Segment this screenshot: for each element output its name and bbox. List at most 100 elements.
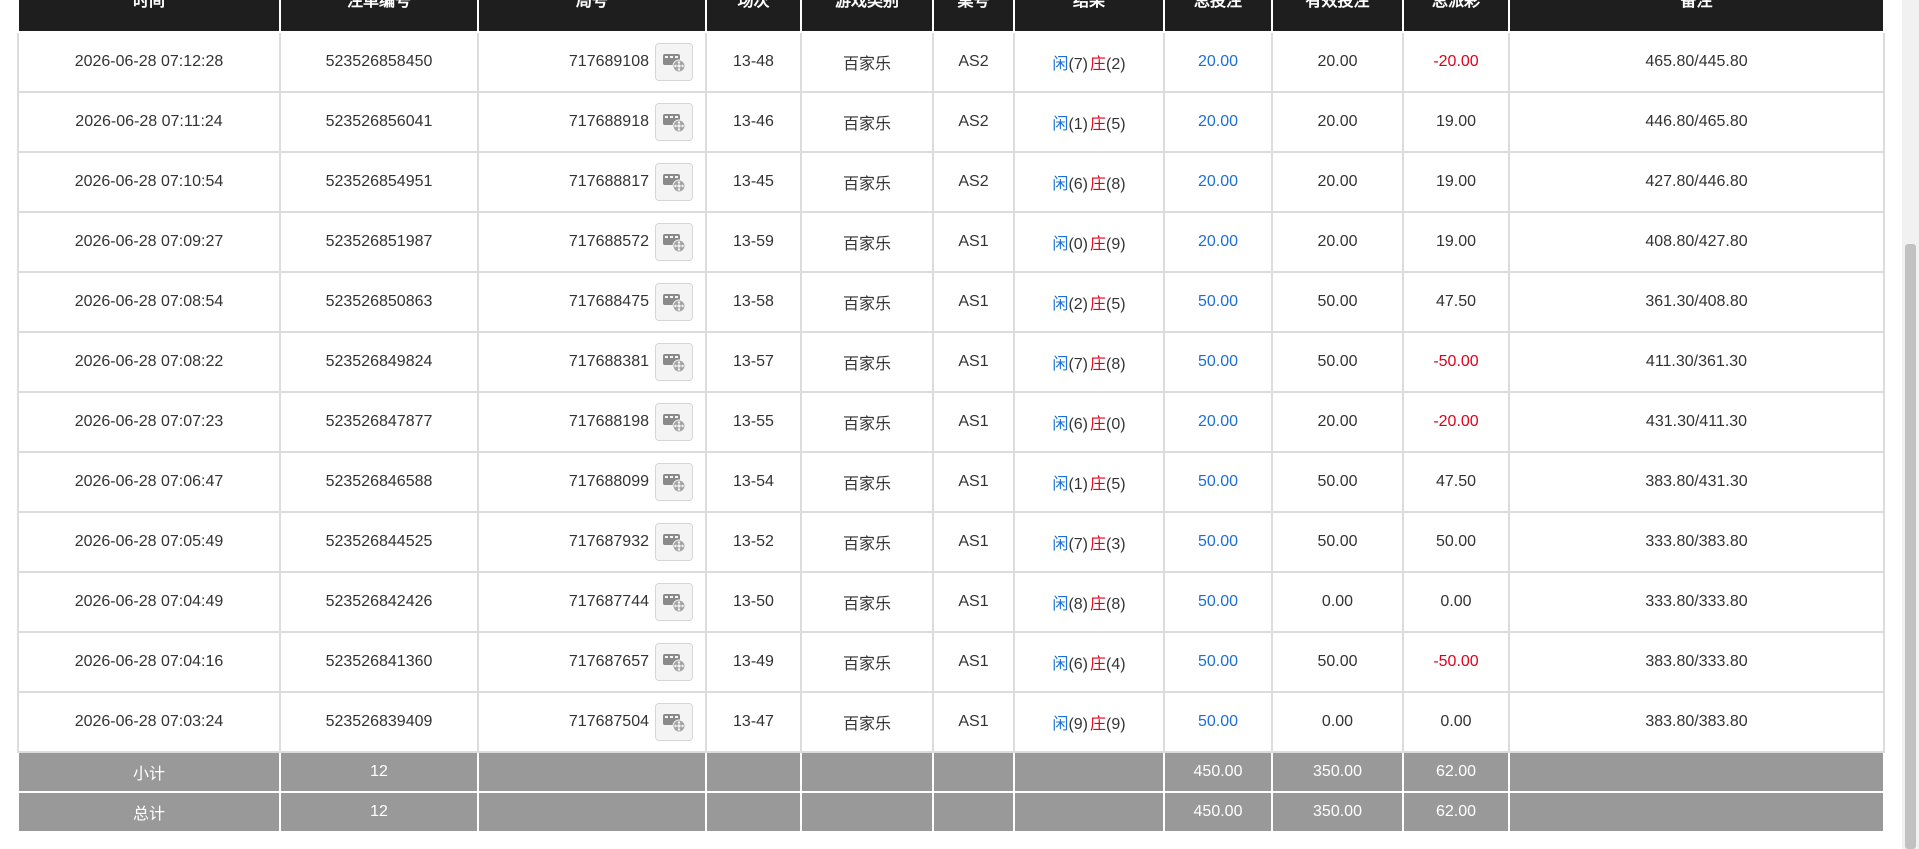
cell-bet-id: 523526858450 (279, 31, 479, 93)
film-reel-icon[interactable] (655, 163, 693, 201)
cell-time: 2026-06-28 07:08:22 (17, 331, 281, 393)
cell-bet-id: 523526856041 (279, 91, 479, 153)
result-banker-label: 庄 (1090, 416, 1107, 433)
cell-game: 百家乐 (800, 211, 934, 273)
result-player-label: 闲 (1052, 596, 1069, 613)
round-number: 717687504 (568, 713, 649, 730)
cell-round: 717688099 (477, 451, 707, 513)
table-row: 2026-06-28 07:10:54 523526854951 7176888… (17, 151, 1885, 213)
cell-table: AS1 (932, 511, 1015, 573)
cell-time: 2026-06-28 07:09:27 (17, 211, 281, 273)
table-row: 2026-06-28 07:04:49 523526842426 7176877… (17, 571, 1885, 633)
result-player-value: (0) (1068, 236, 1088, 253)
cell-result: 闲(6) 庄(0) (1013, 391, 1165, 453)
result-player-label: 闲 (1052, 116, 1069, 133)
cell-note: 411.30/361.30 (1508, 331, 1885, 393)
cell-time: 2026-06-28 07:12:28 (17, 31, 281, 93)
cell-total-bet: 50.00 (1163, 691, 1273, 753)
table-row: 2026-06-28 07:04:16 523526841360 7176876… (17, 631, 1885, 693)
film-reel-icon-svg (663, 474, 686, 493)
round-number: 717688918 (568, 113, 649, 130)
cell-bet-id: 523526854951 (279, 151, 479, 213)
result-player-value: (6) (1068, 416, 1088, 433)
film-reel-icon[interactable] (655, 463, 693, 501)
col-header-note: 备注 (1508, 0, 1885, 33)
round-number: 717688099 (568, 473, 649, 490)
vertical-scrollbar[interactable] (1902, 0, 1919, 849)
film-reel-icon[interactable] (655, 403, 693, 441)
film-reel-icon[interactable] (655, 343, 693, 381)
subtotal-label: 小计 (17, 751, 281, 793)
film-reel-icon[interactable] (655, 583, 693, 621)
cell-valid-bet: 20.00 (1271, 31, 1404, 93)
cell-table: AS1 (932, 691, 1015, 753)
col-header-bet-id: 注单编号 (279, 0, 479, 33)
result-banker-value: (8) (1106, 356, 1126, 373)
cell-note: 465.80/445.80 (1508, 31, 1885, 93)
result-player-value: (2) (1068, 296, 1088, 313)
result-banker-value: (9) (1106, 716, 1126, 733)
cell-round: 717688198 (477, 391, 707, 453)
cell-payout: 19.00 (1402, 91, 1510, 153)
cell-round: 717688918 (477, 91, 707, 153)
cell-total-bet: 50.00 (1163, 571, 1273, 633)
cell-payout: 50.00 (1402, 511, 1510, 573)
round-number: 717688572 (568, 233, 649, 250)
result-player-label: 闲 (1052, 716, 1069, 733)
result-banker-label: 庄 (1090, 176, 1107, 193)
result-banker-value: (4) (1106, 656, 1126, 673)
cell-time: 2026-06-28 07:04:16 (17, 631, 281, 693)
grand-total-total-bet: 450.00 (1163, 791, 1273, 833)
cell-shoe: 13-58 (705, 271, 802, 333)
cell-payout: 0.00 (1402, 691, 1510, 753)
film-reel-icon-svg (663, 594, 686, 613)
cell-time: 2026-06-28 07:06:47 (17, 451, 281, 513)
subtotal-total-bet: 450.00 (1163, 751, 1273, 793)
bet-records-table-wrapper: 时间 注单编号 局号 场次 游戏类别 桌号 结果 总投注 有效投注 总派彩 备注… (17, 0, 1885, 833)
cell-payout: 19.00 (1402, 211, 1510, 273)
cell-valid-bet: 50.00 (1271, 331, 1404, 393)
film-reel-icon[interactable] (655, 643, 693, 681)
col-header-total-bet: 总投注 (1163, 0, 1273, 33)
film-reel-icon[interactable] (655, 523, 693, 561)
film-reel-icon[interactable] (655, 103, 693, 141)
cell-table: AS1 (932, 571, 1015, 633)
film-reel-icon-svg (663, 174, 686, 193)
cell-result: 闲(1) 庄(5) (1013, 451, 1165, 513)
cell-bet-id: 523526839409 (279, 691, 479, 753)
film-reel-icon-svg (663, 54, 686, 73)
cell-total-bet: 20.00 (1163, 211, 1273, 273)
cell-game: 百家乐 (800, 31, 934, 93)
cell-bet-id: 523526846588 (279, 451, 479, 513)
cell-shoe: 13-47 (705, 691, 802, 753)
cell-total-bet: 50.00 (1163, 451, 1273, 513)
cell-game: 百家乐 (800, 271, 934, 333)
film-reel-icon-svg (663, 354, 686, 373)
cell-total-bet: 50.00 (1163, 331, 1273, 393)
table-body: 2026-06-28 07:12:28 523526858450 7176891… (17, 31, 1885, 753)
cell-valid-bet: 20.00 (1271, 391, 1404, 453)
cell-shoe: 13-55 (705, 391, 802, 453)
round-number: 717687657 (568, 653, 649, 670)
cell-table: AS1 (932, 631, 1015, 693)
film-reel-icon[interactable] (655, 703, 693, 741)
table-row: 2026-06-28 07:09:27 523526851987 7176885… (17, 211, 1885, 273)
cell-round: 717688572 (477, 211, 707, 273)
cell-result: 闲(7) 庄(3) (1013, 511, 1165, 573)
cell-note: 408.80/427.80 (1508, 211, 1885, 273)
result-player-value: (1) (1068, 116, 1088, 133)
film-reel-icon[interactable] (655, 283, 693, 321)
film-reel-icon-svg (663, 294, 686, 313)
cell-shoe: 13-57 (705, 331, 802, 393)
scrollbar-thumb[interactable] (1905, 244, 1916, 849)
cell-round: 717688817 (477, 151, 707, 213)
table-row: 2026-06-28 07:08:54 523526850863 7176884… (17, 271, 1885, 333)
result-banker-value: (8) (1106, 596, 1126, 613)
result-player-label: 闲 (1052, 56, 1069, 73)
result-banker-value: (5) (1106, 296, 1126, 313)
cell-valid-bet: 20.00 (1271, 211, 1404, 273)
cell-valid-bet: 0.00 (1271, 571, 1404, 633)
film-reel-icon[interactable] (655, 223, 693, 261)
film-reel-icon[interactable] (655, 43, 693, 81)
cell-note: 383.80/333.80 (1508, 631, 1885, 693)
